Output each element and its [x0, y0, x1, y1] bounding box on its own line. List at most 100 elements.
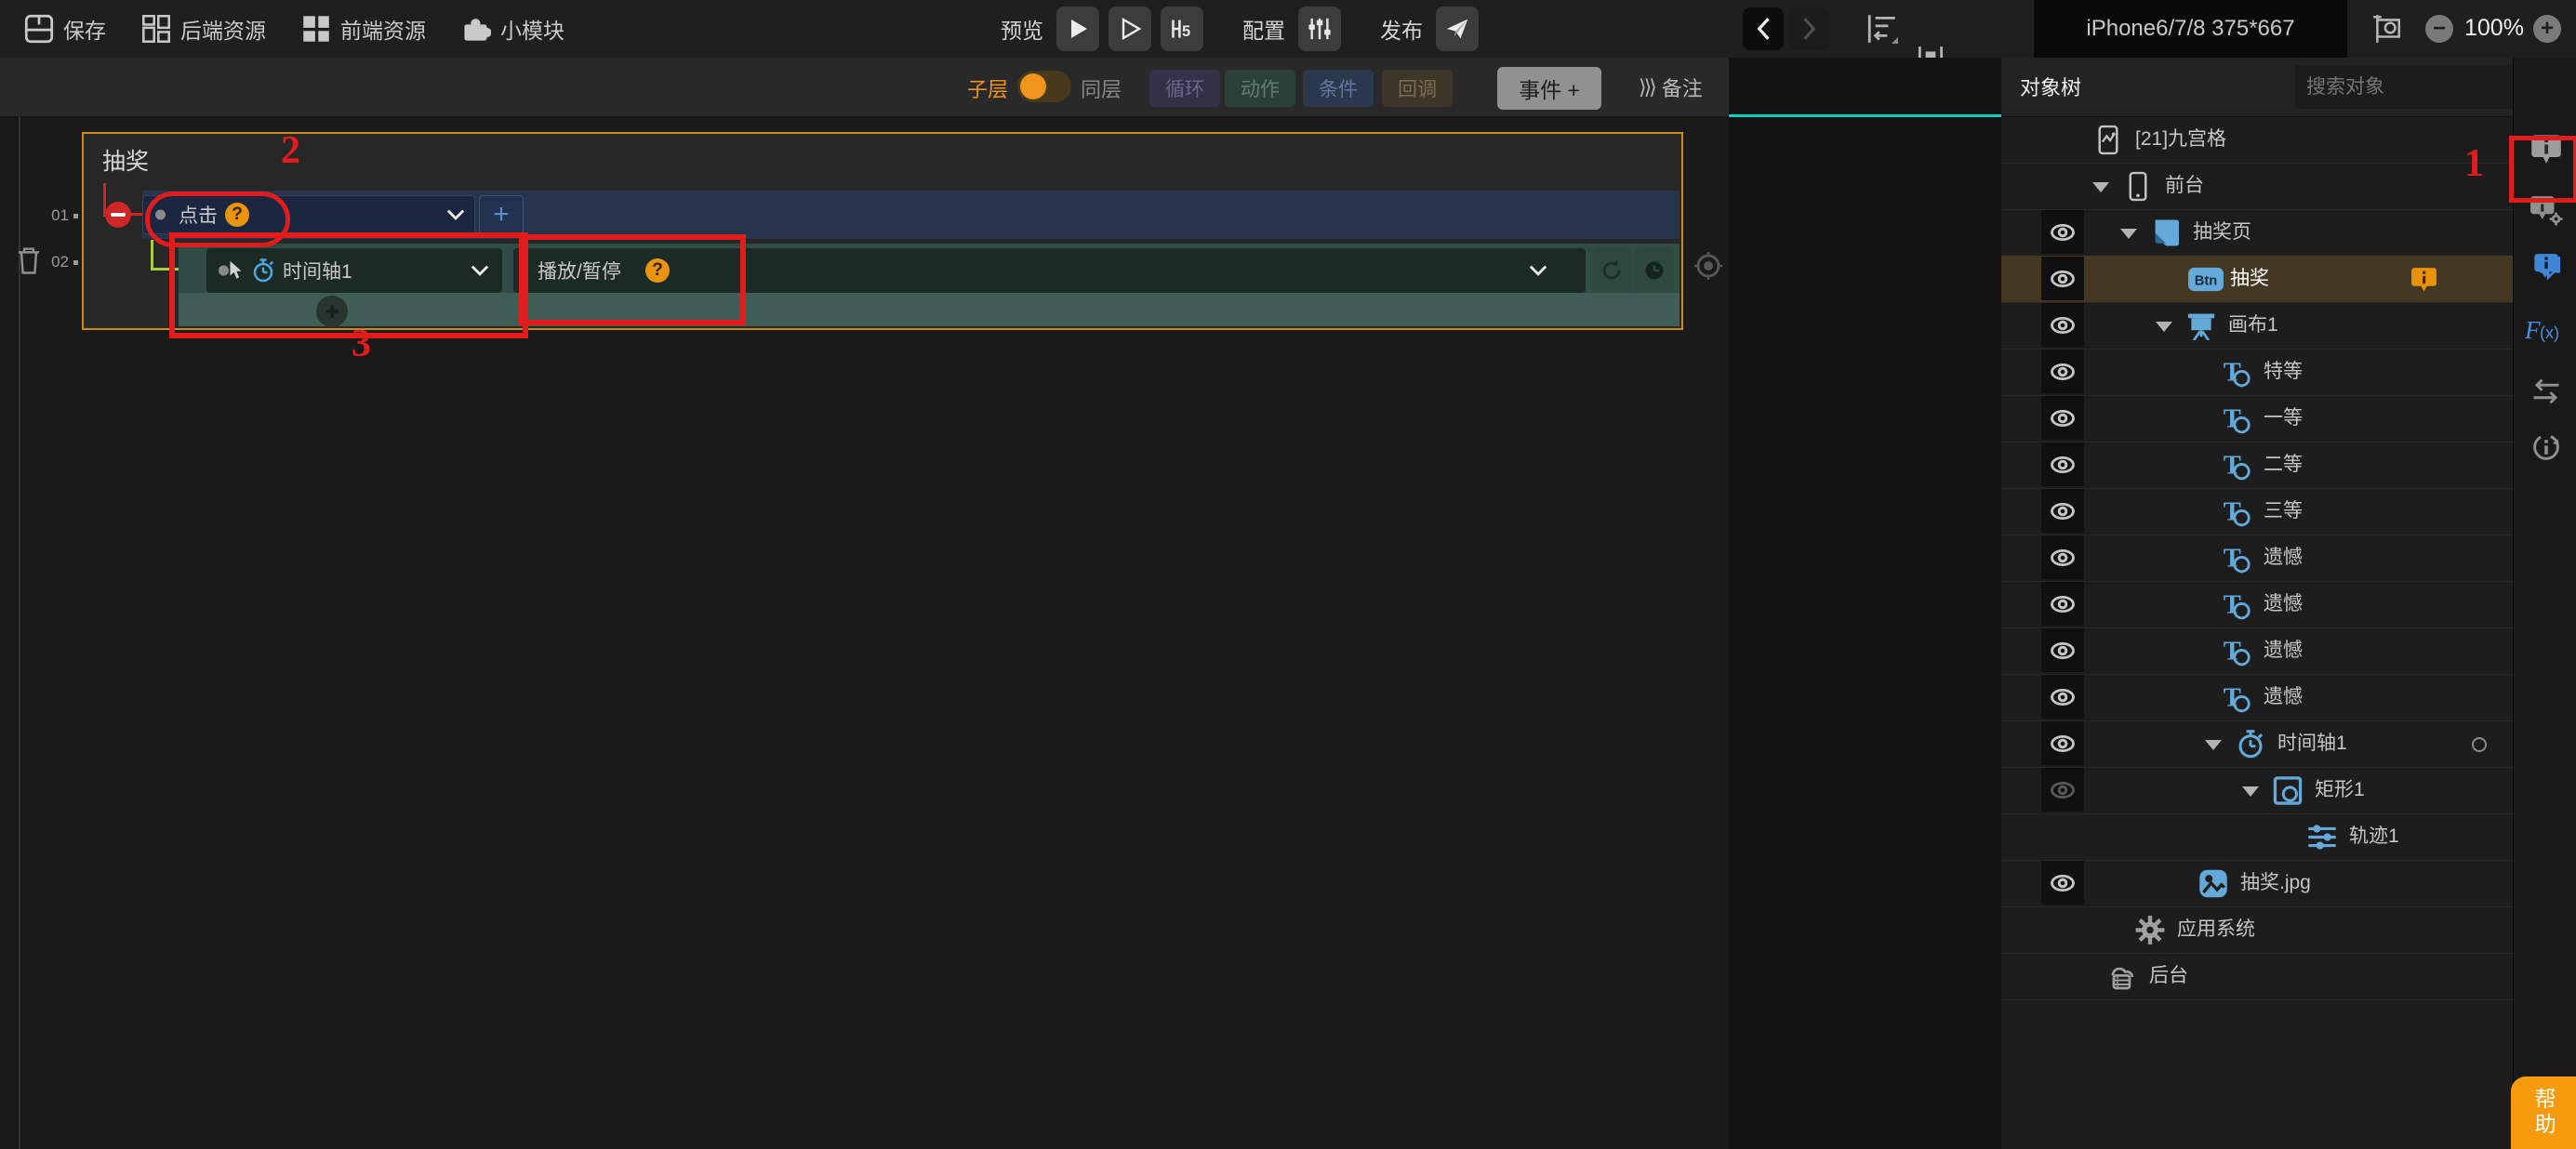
tree-row-12[interactable]: T遗憾 [2001, 674, 2513, 721]
tree-row-8[interactable]: T三等 [2001, 488, 2513, 535]
remove-row-button[interactable] [105, 202, 131, 228]
tree-row-16[interactable]: 抽奖.jpg [2001, 860, 2513, 907]
device-selector[interactable]: iPhone6/7/8 375*667 [2034, 0, 2347, 58]
chevron-left-icon [1755, 17, 1772, 41]
backend-grid-icon [141, 14, 171, 44]
tree-row-14[interactable]: 矩形1 [2001, 767, 2513, 814]
save-button[interactable]: 保存 [24, 13, 106, 45]
action-button[interactable]: 动作 [1225, 70, 1295, 107]
paper-plane-icon [1445, 17, 1469, 41]
object-events-icon[interactable] [2530, 251, 2563, 284]
tree-item-label: 二等 [2264, 442, 2303, 488]
tree-row-2[interactable]: 抽奖页 [2001, 209, 2513, 257]
config-button[interactable] [1298, 7, 1341, 51]
tree-row-18[interactable]: 后台 [2001, 953, 2513, 1000]
help-button[interactable]: 帮助 [2511, 1076, 2576, 1149]
tree-item-label: 遗憾 [2264, 627, 2303, 674]
tree-row-17[interactable]: 应用系统 [2001, 906, 2513, 954]
expand-arrow-icon[interactable] [2205, 740, 2222, 750]
expand-arrow-icon[interactable] [2242, 786, 2259, 797]
loop-option-button[interactable] [1592, 248, 1631, 293]
backend-resources-button[interactable]: 后端资源 [141, 13, 266, 45]
callback-button[interactable]: 回调 [1382, 70, 1453, 107]
tree-row-4[interactable]: 画布1 [2001, 302, 2513, 350]
visibility-eye-icon[interactable] [2041, 861, 2084, 905]
modules-button[interactable]: 小模块 [461, 13, 564, 45]
trash-icon[interactable] [15, 245, 43, 275]
visibility-eye-icon[interactable] [2041, 257, 2084, 300]
event-toolbar: 子层 同层 循环 动作 条件 回调 事件 + ⟩⟩⟩ 备注 [0, 58, 1729, 118]
expand-arrow-icon[interactable] [2156, 322, 2172, 332]
visibility-eye-icon[interactable] [2041, 303, 2084, 347]
text-icon: T [2221, 450, 2252, 481]
condition-button[interactable]: 条件 [1303, 70, 1374, 107]
align-tool-button[interactable] [1866, 13, 1899, 45]
expand-arrow-icon[interactable] [2120, 229, 2137, 239]
tree-row-5[interactable]: T特等 [2001, 349, 2513, 396]
collapsed-panel-column [1729, 58, 2001, 1149]
tree-row-0[interactable]: [21]九宫格 [2001, 116, 2513, 164]
note-button[interactable]: ⟩⟩⟩ 备注 [1639, 73, 1703, 102]
chevron-down-icon[interactable] [446, 209, 465, 220]
text-icon: T [2221, 496, 2252, 527]
visibility-eye-icon[interactable] [2041, 442, 2084, 486]
tree-row-9[interactable]: T遗憾 [2001, 535, 2513, 582]
refresh-icon [1600, 258, 1624, 283]
text-icon: T [2221, 357, 2252, 388]
loop-button[interactable]: 循环 [1149, 70, 1220, 107]
object-refresh-icon[interactable] [2530, 430, 2563, 464]
visibility-eye-icon[interactable] [2041, 210, 2084, 254]
config-label: 配置 [1242, 13, 1285, 45]
tree-row-3[interactable]: Btn抽奖 [2001, 256, 2513, 303]
visibility-eye-icon[interactable] [2041, 535, 2084, 579]
tree-row-15[interactable]: 轨迹1 [2001, 813, 2513, 861]
app-window: 保存 后端资源 前端资源 小模块 预览 5 配置 发布 [0, 0, 2576, 1149]
toggle-knob [1020, 73, 1046, 99]
layer-mode-toggle[interactable] [1017, 71, 1071, 102]
visibility-eye-icon[interactable] [2041, 489, 2084, 533]
visibility-eye-icon[interactable] [2041, 396, 2084, 440]
track-icon [2306, 822, 2338, 852]
add-event-button[interactable]: 事件 + [1497, 67, 1601, 110]
preview-play-outline-button[interactable] [1109, 7, 1151, 51]
add-action-button[interactable]: + [479, 195, 524, 234]
preview-h5-button[interactable]: 5 [1161, 7, 1203, 51]
tree-row-1[interactable]: 前台 [2001, 163, 2513, 210]
chevron-down-icon[interactable] [1529, 265, 1547, 276]
expand-arrow-icon[interactable] [2092, 182, 2109, 192]
tree-row-13[interactable]: 时间轴1 [2001, 720, 2513, 768]
save-label: 保存 [63, 13, 106, 45]
target-icon[interactable] [1693, 250, 1724, 282]
redo-button[interactable] [1789, 7, 1830, 50]
dropdown-corner-icon [1892, 37, 1898, 44]
visibility-eye-icon[interactable] [2041, 350, 2084, 393]
visibility-eye-icon[interactable] [2041, 675, 2084, 719]
undo-button[interactable] [1743, 7, 1784, 50]
visibility-eye-icon[interactable] [2041, 628, 2084, 672]
visibility-eye-icon[interactable] [2041, 721, 2084, 765]
snapshot-icon[interactable] [2371, 13, 2403, 45]
tree-row-7[interactable]: T 二等 [2001, 442, 2513, 489]
zoom-in-button[interactable]: + [2533, 15, 2561, 43]
visibility-eye-icon[interactable] [2041, 582, 2084, 626]
swap-icon[interactable] [2530, 375, 2563, 408]
zoom-out-button[interactable]: − [2425, 15, 2453, 43]
info-bubble-icon[interactable] [2410, 266, 2437, 293]
fx-icon[interactable]: F(x) [2525, 314, 2568, 348]
object-tools-sidebar: F(x) [2513, 58, 2576, 1149]
phone-icon [2122, 171, 2154, 202]
svg-text:F: F [2525, 316, 2541, 344]
frontend-resources-button[interactable]: 前端资源 [301, 13, 426, 45]
tree-row-6[interactable]: T一等 [2001, 395, 2513, 442]
delay-option-button[interactable] [1635, 248, 1674, 293]
visibility-eye-icon[interactable] [2041, 768, 2084, 812]
preview-play-button[interactable] [1056, 7, 1099, 51]
frontend-resources-label: 前端资源 [340, 13, 426, 45]
publish-button[interactable] [1436, 7, 1479, 51]
tree-row-10[interactable]: T遗憾 [2001, 581, 2513, 628]
tree-row-11[interactable]: T遗憾 [2001, 627, 2513, 675]
tree-item-label: [21]九宫格 [2135, 116, 2226, 163]
object-tree-panel: 对象树 [21]九宫格前台抽奖页Btn抽奖画布1T特等T一等T二等T三等T遗憾T… [2001, 58, 2576, 1149]
zoom-level: 100% [2464, 15, 2524, 42]
annotation-rect-step3 [169, 232, 528, 338]
